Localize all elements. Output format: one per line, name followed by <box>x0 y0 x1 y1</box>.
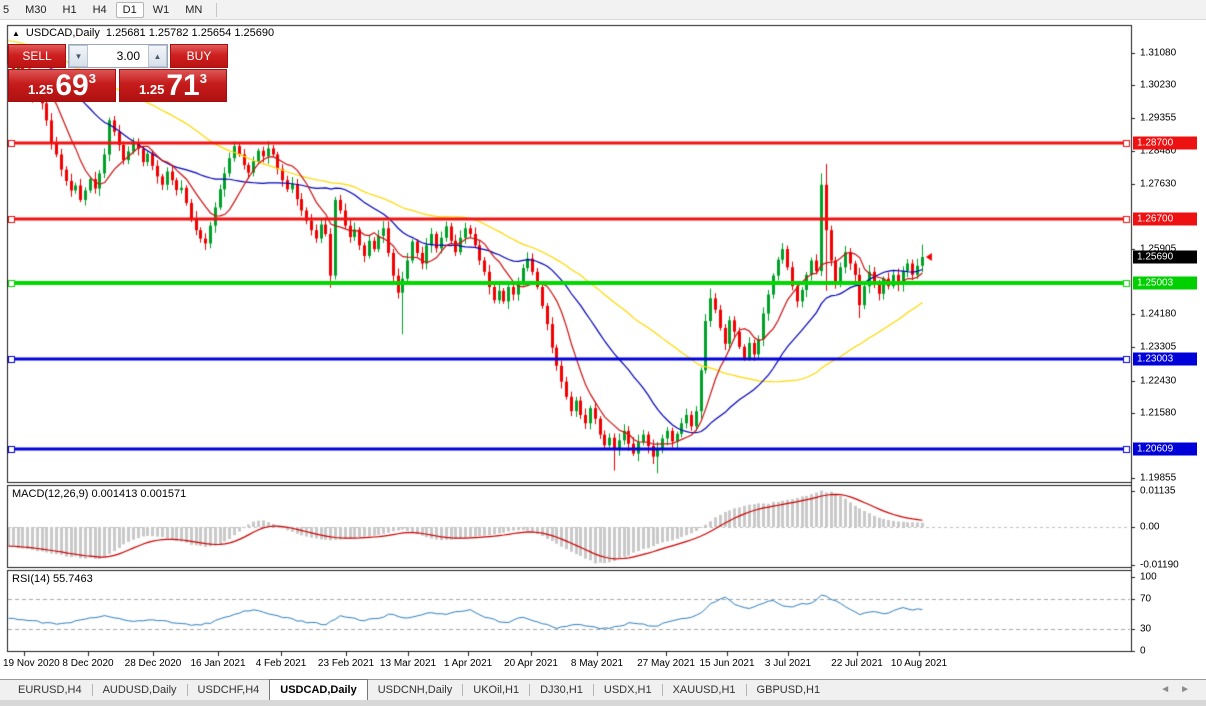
price-level-badge: 1.26700 <box>1133 212 1197 225</box>
timeframe-button-w1[interactable]: W1 <box>146 2 177 18</box>
price-level-badge: 1.23003 <box>1133 352 1197 365</box>
price-axis-label: 1.27630 <box>1140 178 1176 189</box>
toolbar-separator <box>216 3 217 17</box>
buy-price-sup: 3 <box>200 71 207 86</box>
date-axis-label: 1 Apr 2021 <box>444 658 492 669</box>
buy-price-small: 1.25 <box>139 82 164 97</box>
chart-symbol-label: USDCAD,Daily <box>26 27 100 39</box>
window-bottom-strip <box>0 700 1206 706</box>
sell-price-small: 1.25 <box>28 82 53 97</box>
volume-decrease-button[interactable]: ▼ <box>69 45 88 67</box>
timeframe-button-d1[interactable]: D1 <box>116 2 144 18</box>
price-axis-label: 1.29355 <box>1140 113 1176 124</box>
timeframe-button-h1[interactable]: H1 <box>56 2 84 18</box>
price-axis-label: 1.24180 <box>1140 309 1176 320</box>
price-axis-label: 1.21580 <box>1140 407 1176 418</box>
macd-indicator-label: MACD(12,26,9) 0.001413 0.001571 <box>12 488 186 500</box>
price-axis-label: 1.30230 <box>1140 80 1176 91</box>
date-axis-label: 19 Nov 2020 <box>3 658 60 669</box>
timeframe-button-m30[interactable]: M30 <box>18 2 53 18</box>
price-level-badge: 1.28700 <box>1133 137 1197 150</box>
sell-price-big: 69 <box>55 72 88 100</box>
rsi-axis-label: 70 <box>1140 594 1151 605</box>
price-axis-label: 1.19855 <box>1140 473 1176 484</box>
buy-button[interactable]: BUY <box>170 44 228 68</box>
rsi-axis-label: 100 <box>1140 572 1157 583</box>
chart-tab-usdcad[interactable]: USDCAD,Daily <box>269 679 367 700</box>
buy-price-big: 71 <box>166 72 199 100</box>
date-axis-label: 20 Apr 2021 <box>504 658 558 669</box>
buy-price-display[interactable]: 1.25 71 3 <box>119 69 227 102</box>
chart-tab-bar: EURUSD,H4AUDUSD,DailyUSDCHF,H4USDCAD,Dai… <box>0 679 1206 700</box>
rsi-axis-label: 0 <box>1140 646 1146 657</box>
macd-axis-label: 0.00 <box>1140 522 1159 533</box>
date-axis-label: 16 Jan 2021 <box>190 658 245 669</box>
price-axis-label: 1.31080 <box>1140 48 1176 59</box>
date-axis-label: 8 Dec 2020 <box>62 658 113 669</box>
date-axis-label: 10 Aug 2021 <box>891 658 947 669</box>
macd-axis-label: 0.01135 <box>1140 485 1175 496</box>
chart-tab-eurusd[interactable]: EURUSD,H4 <box>8 680 92 700</box>
macd-axis-label: -0.01190 <box>1140 559 1179 570</box>
date-axis-label: 3 Jul 2021 <box>765 658 811 669</box>
mt4-window: 5M30H1H4D1W1MN ▲ USDCAD,Daily 1.25681 1.… <box>0 0 1206 706</box>
collapse-triangle-icon[interactable]: ▲ <box>12 29 20 38</box>
volume-spinner: ▼ ▲ <box>68 44 168 68</box>
sell-button[interactable]: SELL <box>8 44 66 68</box>
chart-tab-xauusd[interactable]: XAUUSD,H1 <box>663 680 746 700</box>
sell-price-sup: 3 <box>89 71 96 86</box>
price-level-badge: 1.25003 <box>1133 277 1197 290</box>
chart-tab-usdcnh[interactable]: USDCNH,Daily <box>368 680 463 700</box>
price-axis-label: 1.22430 <box>1140 375 1176 386</box>
chart-title: ▲ USDCAD,Daily 1.25681 1.25782 1.25654 1… <box>12 27 274 39</box>
volume-increase-button[interactable]: ▲ <box>148 45 167 67</box>
chart-tab-usdchf[interactable]: USDCHF,H4 <box>188 680 270 700</box>
date-axis-label: 8 May 2021 <box>571 658 623 669</box>
date-axis-label: 15 Jun 2021 <box>699 658 754 669</box>
date-axis-label: 22 Jul 2021 <box>831 658 883 669</box>
chart-tab-ukoil[interactable]: UKOil,H1 <box>463 680 529 700</box>
chart-ohlc-values: 1.25681 1.25782 1.25654 1.25690 <box>106 27 274 39</box>
price-axis-label: 1.23305 <box>1140 342 1176 353</box>
rsi-axis-label: 30 <box>1140 623 1151 634</box>
rsi-indicator-label: RSI(14) 55.7463 <box>12 573 93 585</box>
tab-scroll-left-icon[interactable]: ◄ <box>1160 684 1180 695</box>
tab-scroll-arrows: ◄► <box>1160 684 1200 695</box>
sell-price-display[interactable]: 1.25 69 3 <box>8 69 116 102</box>
date-axis-label: 27 May 2021 <box>637 658 695 669</box>
timeframe-button-mn[interactable]: MN <box>178 2 209 18</box>
chart-tab-dj30[interactable]: DJ30,H1 <box>530 680 593 700</box>
chart-tab-gbpusd[interactable]: GBPUSD,H1 <box>747 680 831 700</box>
tab-scroll-right-icon[interactable]: ► <box>1180 684 1200 695</box>
price-chart-canvas[interactable] <box>0 0 1206 706</box>
date-axis-label: 13 Mar 2021 <box>380 658 436 669</box>
price-level-badge: 1.20609 <box>1133 443 1197 456</box>
volume-input[interactable] <box>88 45 148 67</box>
timeframe-button-5[interactable]: 5 <box>0 2 16 18</box>
one-click-trading-panel: SELL ▼ ▲ BUY 1.25 69 3 1.25 71 3 <box>8 44 227 102</box>
timeframe-toolbar: 5M30H1H4D1W1MN <box>0 0 1206 20</box>
date-axis-label: 4 Feb 2021 <box>256 658 307 669</box>
chart-tab-audusd[interactable]: AUDUSD,Daily <box>93 680 187 700</box>
date-axis-label: 28 Dec 2020 <box>125 658 182 669</box>
date-axis-label: 23 Feb 2021 <box>318 658 374 669</box>
timeframe-button-h4[interactable]: H4 <box>86 2 114 18</box>
chart-tab-usdx[interactable]: USDX,H1 <box>594 680 662 700</box>
price-level-badge: 1.25690 <box>1133 251 1197 264</box>
